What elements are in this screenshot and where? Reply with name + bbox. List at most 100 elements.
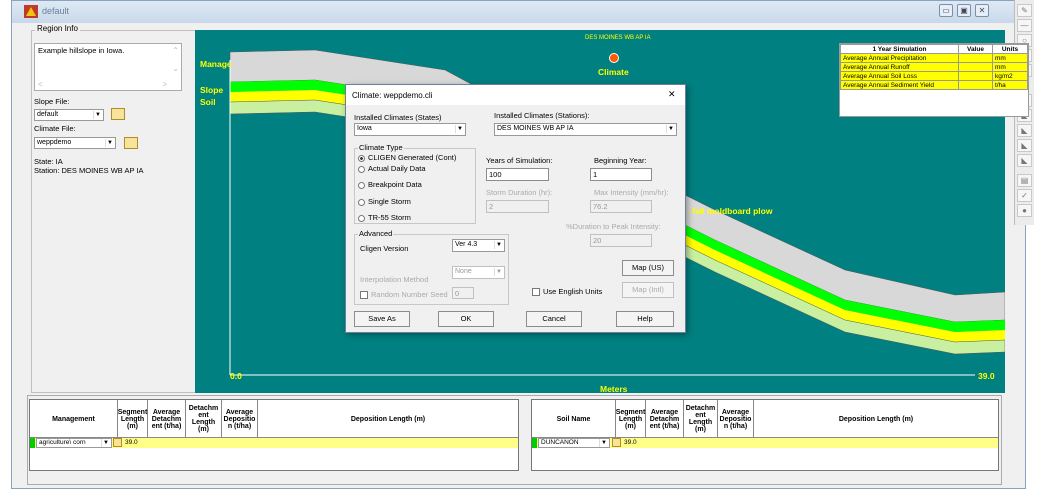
sim-row-label: Average Annual Sediment Yield <box>840 80 959 90</box>
sim-row-unit: mm <box>991 53 1029 63</box>
slope-file-label: Slope File: <box>34 97 70 106</box>
storm-duration-label: Storm Duration (hr): <box>486 188 553 197</box>
stations-select[interactable]: DES MOINES WB AP IA ▼ <box>494 123 677 136</box>
radio-tr55-label: TR-55 Storm <box>368 213 411 222</box>
state-text: State: IA <box>34 157 63 166</box>
scroll-up-icon[interactable]: ⌃ <box>172 46 179 55</box>
help-button[interactable]: Help <box>616 311 674 327</box>
close-window-button[interactable]: ✕ <box>975 4 989 17</box>
climate-label[interactable]: Climate <box>598 67 629 77</box>
radio-checked-icon <box>358 154 365 162</box>
years-input[interactable]: 100 <box>486 168 549 181</box>
radio-breakpoint-label: Breakpoint Data <box>368 180 422 189</box>
cligen-version-select[interactable]: Ver 4.3 ▼ <box>452 239 505 252</box>
radio-icon <box>358 214 365 222</box>
maximize-button[interactable]: ▣ <box>957 4 971 17</box>
random-seed-checkbox[interactable]: Random Number Seed <box>360 290 448 300</box>
pencil-icon[interactable]: ✎ <box>1017 4 1032 17</box>
interpolation-select[interactable]: None ▼ <box>452 266 505 279</box>
english-units-label: Use English Units <box>543 287 603 296</box>
soil-label[interactable]: Soil <box>200 97 216 107</box>
duration-peak-input[interactable]: 20 <box>590 234 652 247</box>
management-label[interactable]: Manage <box>200 59 232 69</box>
x-axis-label: Meters <box>600 384 628 394</box>
region-description-text: Example hillslope in Iowa. <box>38 46 125 55</box>
begin-year-input[interactable]: 1 <box>590 168 652 181</box>
map-us-button[interactable]: Map (US) <box>622 260 674 276</box>
scroll-down-icon[interactable]: ⌄ <box>172 64 179 73</box>
max-intensity-label: Max Intensity (mm/hr): <box>594 188 669 197</box>
max-intensity-value: 76.2 <box>593 202 608 211</box>
chevron-down-icon: ▼ <box>105 139 114 147</box>
cligen-version-label: Cligen Version <box>360 244 409 253</box>
slope-flat-icon[interactable]: ◣ <box>1017 139 1032 152</box>
soil-length: 39.0 <box>624 439 637 446</box>
radio-breakpoint[interactable]: Breakpoint Data <box>358 180 422 189</box>
slope-alt-icon[interactable]: ◣ <box>1017 154 1032 167</box>
sim-row-unit: t/ha <box>991 80 1029 90</box>
storm-duration-input[interactable]: 2 <box>486 200 549 213</box>
slope-down-icon[interactable]: ◣ <box>1017 124 1032 137</box>
table-icon[interactable]: ▤ <box>1017 174 1032 187</box>
soil-header-deposition-length: Deposition Length (m) <box>838 415 914 423</box>
save-as-button[interactable]: Save As <box>354 311 410 327</box>
slope-label[interactable]: Slope <box>200 85 223 95</box>
radio-cligen-label: CLIGEN Generated (Cont) <box>368 153 457 162</box>
sim-row-value <box>958 62 993 72</box>
minimize-button[interactable]: ▭ <box>939 4 953 17</box>
table-row: Average Annual Sediment Yield t/ha <box>840 80 1029 90</box>
soil-grid[interactable]: Soil Name Segment Length (m) Average Det… <box>531 399 999 471</box>
table-row[interactable]: agriculture\ corn ▼ 39.0 <box>30 438 518 448</box>
sim-row-value <box>958 80 993 90</box>
close-icon[interactable]: ✕ <box>668 89 676 100</box>
ok-button[interactable]: OK <box>438 311 494 327</box>
soil-select[interactable]: DUNCANON ▼ <box>538 438 610 448</box>
management-grid[interactable]: Management Segment Length (m) Average De… <box>29 399 519 471</box>
table-row[interactable]: DUNCANON ▼ 39.0 <box>532 438 998 448</box>
map-intl-button[interactable]: Map (Intl) <box>622 282 674 298</box>
chevron-down-icon: ▼ <box>494 241 503 249</box>
scroll-left-icon[interactable]: < <box>38 80 43 89</box>
cancel-button[interactable]: Cancel <box>526 311 582 327</box>
dot-icon[interactable]: ● <box>1017 204 1032 217</box>
radio-single-storm[interactable]: Single Storm <box>358 197 411 206</box>
sun-icon <box>609 53 619 63</box>
sim-row-value <box>958 53 993 63</box>
random-seed-input[interactable]: 0 <box>452 287 474 299</box>
stations-label: Installed Climates (Stations): <box>494 111 590 120</box>
radio-actual-daily[interactable]: Actual Daily Data <box>358 164 426 173</box>
soil-folder-icon[interactable] <box>612 438 621 447</box>
states-select[interactable]: Iowa ▼ <box>354 123 466 136</box>
sim-header-title: 1 Year Simulation <box>840 44 959 54</box>
scroll-right-icon[interactable]: > <box>162 80 167 89</box>
app-logo-icon <box>24 5 38 18</box>
management-folder-icon[interactable] <box>113 438 122 447</box>
climate-folder-icon[interactable] <box>124 137 138 149</box>
line-icon[interactable]: — <box>1017 19 1032 32</box>
random-seed-value: 0 <box>455 289 460 298</box>
radio-cligen[interactable]: CLIGEN Generated (Cont) <box>358 153 456 162</box>
soil-header-deposition: Average Depositio n (t/ha) <box>718 400 754 438</box>
management-select[interactable]: agriculture\ corn ▼ <box>36 438 112 448</box>
management-length: 39.0 <box>125 439 138 446</box>
slope-file-select[interactable]: default ▼ <box>34 109 104 121</box>
region-description-textarea[interactable]: Example hillslope in Iowa. ⌃ ⌄ < > <box>34 43 182 91</box>
max-intensity-input[interactable]: 76.2 <box>590 200 652 213</box>
row-marker <box>30 438 35 448</box>
soil-header-name: Soil Name <box>532 400 616 438</box>
cligen-version-value: Ver 4.3 <box>455 241 478 248</box>
window-title: default <box>42 6 70 16</box>
management-description: - fall moldboard plow <box>687 206 773 216</box>
climate-file-select[interactable]: weppdemo ▼ <box>34 137 116 149</box>
check-icon[interactable]: ✓ <box>1017 189 1032 202</box>
checkbox-icon <box>360 291 368 300</box>
storm-duration-value: 2 <box>489 202 494 211</box>
radio-tr55[interactable]: TR-55 Storm <box>358 213 411 222</box>
years-value: 100 <box>489 170 502 179</box>
mgmt-header-detach: Average Detachm ent (t/ha) <box>148 400 186 438</box>
english-units-checkbox[interactable]: Use English Units <box>532 287 603 297</box>
begin-year-label: Beginning Year: <box>594 156 647 165</box>
slope-folder-icon[interactable] <box>111 108 125 120</box>
climate-file-label: Climate File: <box>34 124 76 133</box>
random-seed-label: Random Number Seed <box>371 290 448 299</box>
